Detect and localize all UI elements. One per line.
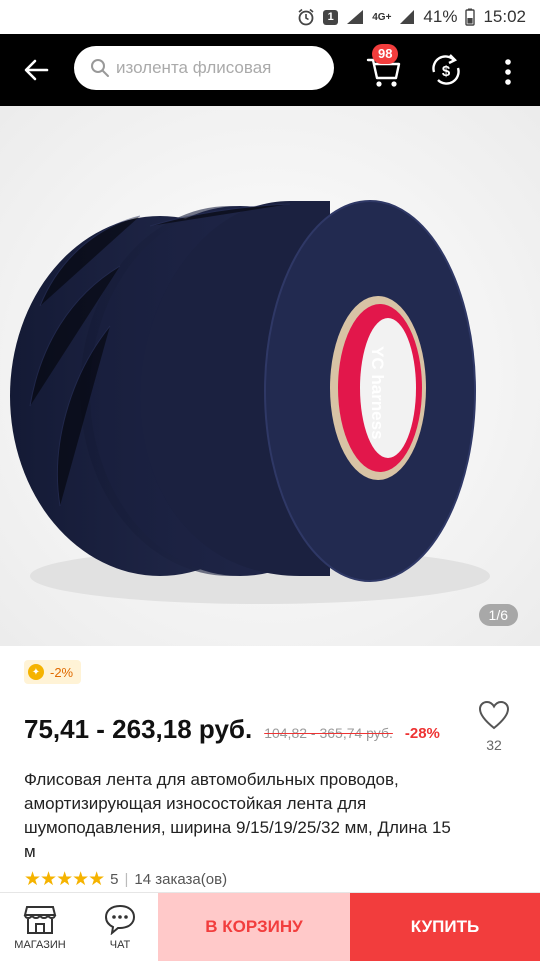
signal-icon-2 [399,9,415,25]
cart-button[interactable]: 98 [364,44,404,90]
discount-percent: -28% [404,725,440,742]
chat-button[interactable]: ЧАТ [80,893,160,960]
more-vert-icon [505,59,511,85]
more-options-button[interactable] [496,54,520,90]
clock: 15:02 [483,7,526,26]
store-icon [23,905,57,934]
product-image[interactable]: YC harness 1/6 [0,106,540,646]
back-button[interactable] [0,34,72,106]
status-bar: 1 4G+ 41% 15:02 [0,0,540,34]
search-icon [91,59,109,77]
chat-icon [104,904,136,935]
chat-label: ЧАТ [109,938,131,951]
orders-count: 14 заказа(ов) [134,871,228,888]
store-label: МАГАЗИН [14,938,66,951]
cart-badge: 98 [372,44,399,64]
alarm-icon [297,8,315,26]
notification-count-icon: 1 [323,9,339,25]
price-row: 75,41 - 263,18 руб. 104,82 - 365,74 руб.… [24,714,440,745]
discount-badge: ✦ -2% [24,660,82,684]
wishlist-button[interactable]: 32 [476,700,512,753]
signal-icon [346,9,364,25]
back-arrow-icon [24,59,49,81]
divider: | [124,871,129,888]
app-bar: 98 $ [0,34,540,106]
rating-row[interactable]: ★★★★★ 5 | 14 заказа(ов) [24,868,227,891]
heart-icon [478,700,510,730]
wishlist-count: 32 [486,737,502,753]
coin-refresh-icon: $ [432,54,460,85]
battery-icon [465,8,476,26]
tape-rolls-image: YC harness [0,106,540,646]
buy-now-button[interactable]: КУПИТЬ [350,893,540,961]
rating-value: 5 [110,871,119,888]
bottom-bar: МАГАЗИН ЧАТ В КОРЗИНУ КУПИТЬ [0,892,540,961]
price: 75,41 - 263,18 руб. [24,714,253,744]
coin-icon: ✦ [28,664,44,680]
svg-text:YC harness: YC harness [368,346,387,440]
old-price: 104,82 - 365,74 руб. [264,725,393,741]
coupon-button[interactable]: $ [428,50,464,90]
store-button[interactable]: МАГАЗИН [0,893,80,960]
search-bar[interactable] [74,46,334,90]
add-to-cart-button[interactable]: В КОРЗИНУ [158,893,350,961]
discount-badge-label: -2% [50,664,74,680]
battery-percent: 41% [423,7,458,26]
network-type: 4G+ [372,11,392,23]
image-counter: 1/6 [478,604,518,626]
search-input[interactable] [116,58,316,78]
star-rating-icon: ★★★★★ [24,869,105,890]
svg-text:$: $ [442,63,451,80]
product-title: Флисовая лента для автомобильных проводо… [24,770,451,861]
